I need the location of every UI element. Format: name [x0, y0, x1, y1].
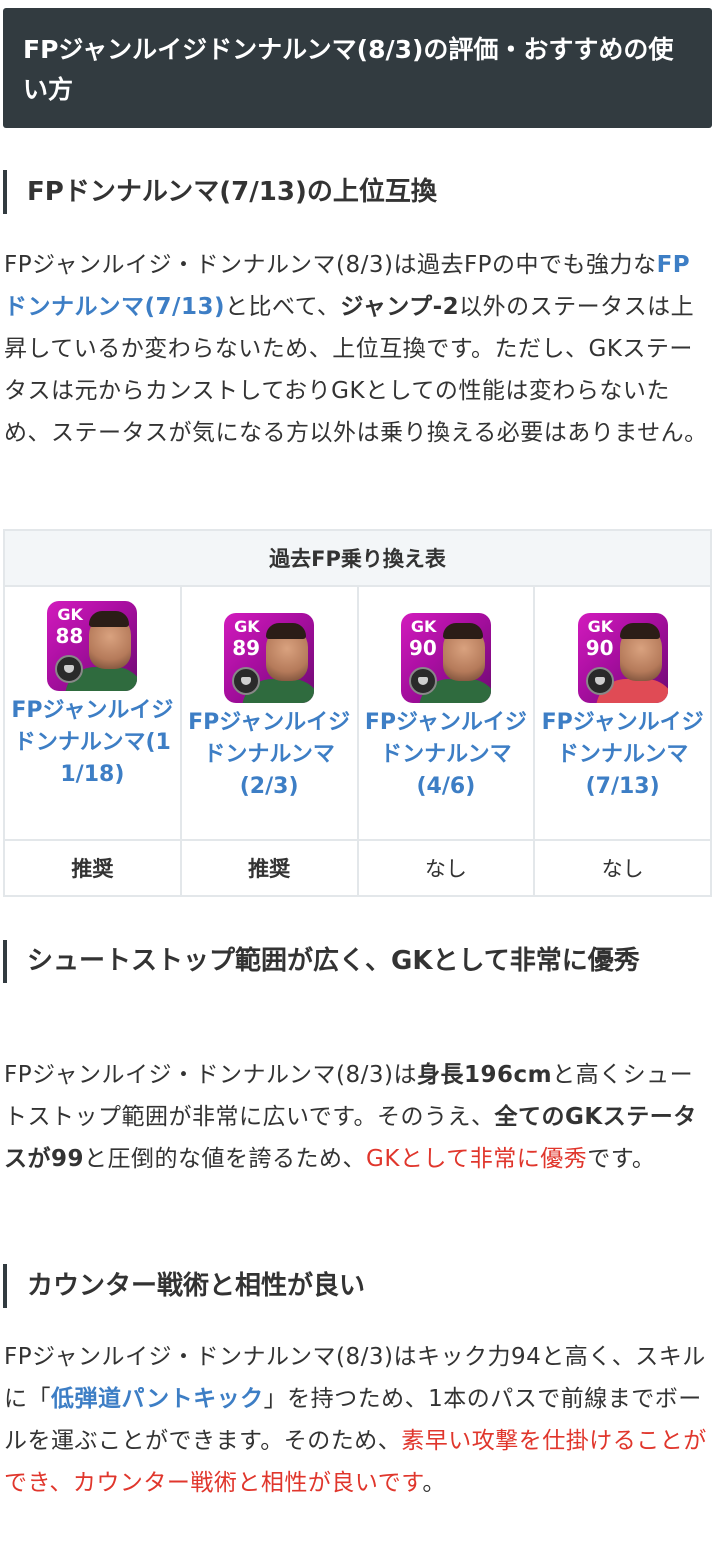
table-caption: 過去FP乗り換え表 — [3, 529, 712, 587]
player-thumbnail[interactable]: GK 89 — [224, 613, 315, 703]
recommendation-cell: なし — [356, 839, 536, 897]
player-card[interactable]: GK 90 FPジャンルイジドンナルンマ(7/13) — [533, 585, 712, 841]
section-heading-counter: カウンター戦術と相性が良い — [3, 1264, 365, 1308]
shield-icon — [585, 667, 614, 695]
player-thumbnail[interactable]: GK 88 — [47, 601, 138, 691]
section-heading-upgrade: FPドンナルンマ(7/13)の上位互換 — [3, 170, 437, 214]
recommendation-row: 推奨 推奨 なし なし — [3, 839, 712, 897]
player-name-link[interactable]: FPジャンルイジドンナルンマ(11/18) — [5, 695, 180, 791]
player-card[interactable]: GK 88 FPジャンルイジドンナルンマ(11/18) — [3, 585, 182, 841]
page-title: FPジャンルイジドンナルンマ(8/3)の評価・おすすめの使い方 — [3, 8, 712, 128]
recommendation-cell: 推奨 — [179, 839, 359, 897]
player-card[interactable]: GK 90 FPジャンルイジドンナルンマ(4/6) — [356, 585, 536, 841]
fp-switch-table: 過去FP乗り換え表 GK 88 FPジャンルイジドンナルンマ(11/18) GK 8… — [3, 529, 712, 897]
upgrade-paragraph: FPジャンルイジ・ドンナルンマ(8/3)は過去FPの中でも強力なFPドンナルンマ… — [4, 252, 708, 446]
player-name-link[interactable]: FPジャンルイジドンナルンマ(2/3) — [182, 707, 357, 803]
counter-paragraph: FPジャンルイジ・ドンナルンマ(8/3)はキック力94と高く、スキルに「低弾道パ… — [4, 1344, 707, 1496]
player-row: GK 88 FPジャンルイジドンナルンマ(11/18) GK 89 FPジャンルイジ… — [3, 585, 712, 841]
player-name-link[interactable]: FPジャンルイジドンナルンマ(7/13) — [535, 707, 710, 803]
player-name-link[interactable]: FPジャンルイジドンナルンマ(4/6) — [359, 707, 534, 803]
shield-icon — [408, 667, 437, 695]
recommendation-cell: 推奨 — [3, 839, 182, 897]
recommendation-cell: なし — [533, 839, 712, 897]
player-thumbnail[interactable]: GK 90 — [577, 613, 668, 703]
section-heading-shotstop: シュートストップ範囲が広く、GKとして非常に優秀 — [3, 940, 712, 983]
shield-icon — [232, 667, 261, 695]
low-punt-kick-link[interactable]: 低弾道パントキック — [51, 1386, 264, 1412]
player-thumbnail[interactable]: GK 90 — [400, 613, 491, 703]
shotstop-paragraph: FPジャンルイジ・ドンナルンマ(8/3)は身長196cmと高くシュートストップ範… — [4, 1062, 697, 1172]
player-card[interactable]: GK 89 FPジャンルイジドンナルンマ(2/3) — [179, 585, 359, 841]
